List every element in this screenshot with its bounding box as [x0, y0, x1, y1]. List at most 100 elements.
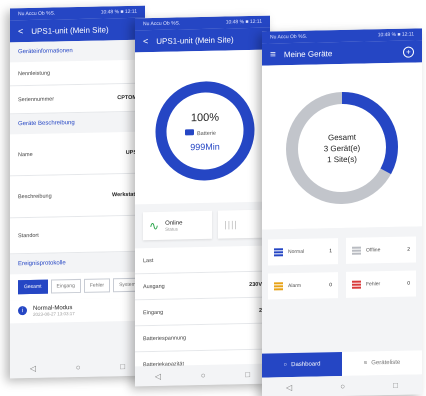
info-icon: i: [18, 306, 27, 316]
back-arrow-icon[interactable]: <: [143, 36, 148, 46]
online-sub: Status: [165, 226, 178, 232]
info-row-rated-power: Nennleistung: [10, 59, 145, 87]
tab-fault[interactable]: Fehler: [83, 278, 111, 293]
nav-back-icon[interactable]: ◁: [286, 383, 292, 392]
tab-device-list-label: Geräteliste: [371, 359, 401, 367]
back-arrow-icon[interactable]: <: [18, 26, 23, 36]
bottom-tab-bar: ○ Dashboard ≡ Geräteliste: [262, 350, 422, 378]
stat-alarm[interactable]: Alarm 0: [268, 272, 338, 300]
status-left: Nu Accu Ob %S.: [143, 20, 181, 28]
sine-wave-icon: ∿: [149, 218, 160, 234]
battery-gauge: 100% Batterie 999Min: [155, 81, 255, 181]
tab-dashboard[interactable]: ○ Dashboard: [262, 352, 342, 378]
online-label: Online: [165, 219, 183, 227]
stat-normal[interactable]: Normal 1: [268, 238, 338, 266]
system-nav-bar: ◁ ○ □: [262, 374, 422, 396]
desc-row-location[interactable]: Standort: [10, 215, 145, 255]
device-info-screen: Nu Accu Ob %S. 10:48 % ■ 12:11 < UPS1-un…: [10, 5, 145, 379]
row-label: Batteriespannung: [143, 334, 187, 342]
section-title-description: Geräte Beschreibung: [10, 111, 145, 135]
row-label: Last: [143, 257, 154, 264]
device-stats-grid: Normal 1 Offline 2 Alarm 0 Fehler 0: [262, 226, 422, 310]
event-item[interactable]: i Normal-Modus 2023-08-27 13:03:17: [10, 297, 145, 324]
donut-line3: 1 Site(s): [327, 155, 357, 165]
dashboard-icon: ○: [283, 362, 288, 369]
page-title: UPS1-unit (Mein Site): [156, 34, 234, 46]
system-nav-bar: ◁ ○ □: [10, 355, 145, 379]
status-left: Nu Accu Ob %S.: [18, 10, 56, 18]
nav-recent-icon[interactable]: □: [120, 362, 125, 371]
stat-label: Offline: [366, 247, 381, 254]
stat-value: 1: [329, 248, 332, 255]
add-device-icon[interactable]: +: [403, 45, 414, 58]
nav-recent-icon[interactable]: □: [393, 380, 398, 389]
devices-donut: Gesamt 3 Gerät(e) 1 Site(s): [286, 91, 398, 205]
status-right: 10:48 % ■ 12:11: [225, 18, 262, 26]
row-label: Eingang: [143, 309, 164, 316]
bars-icon: ||||: [224, 219, 238, 230]
status-right: 10:48 % ■ 12:11: [377, 31, 414, 39]
nav-home-icon[interactable]: ○: [76, 362, 81, 371]
stat-label: Normal: [288, 248, 305, 256]
row-value: Werkstatt: [112, 191, 137, 198]
status-left: Nu Accu Ob %S.: [270, 33, 308, 41]
section-title-info: Geräteinformationen: [10, 39, 145, 63]
section-title-events: Ereignisprotokolle: [10, 251, 145, 275]
donut-line2: 3 Gerät(e): [324, 144, 361, 154]
nav-back-icon[interactable]: ◁: [30, 363, 36, 372]
gauge-percent: 100%: [191, 112, 219, 125]
page-title: UPS1-unit (Mein Site): [31, 24, 109, 36]
status-tiles: ∿ Online Status ||||: [135, 201, 270, 249]
stat-value: 0: [329, 282, 332, 289]
stat-value: 2: [407, 246, 410, 253]
metric-row-input: Eingang 2: [135, 297, 270, 327]
status-right: 10:48 % ■ 12:11: [100, 8, 137, 16]
devices-donut-card: Gesamt 3 Gerät(e) 1 Site(s): [262, 62, 422, 230]
list-icon: [274, 248, 283, 257]
stat-label: Alarm: [288, 282, 302, 290]
app-bar: < UPS1-unit (Mein Site): [10, 17, 145, 43]
nav-home-icon[interactable]: ○: [201, 370, 206, 379]
app-bar: < UPS1-unit (Mein Site): [135, 27, 270, 53]
nav-back-icon[interactable]: ◁: [155, 371, 161, 380]
info-row-serial: Seriennummer CPTOM: [10, 83, 145, 115]
tab-input[interactable]: Eingang: [50, 278, 81, 294]
row-label: Name: [18, 151, 33, 158]
row-label: Ausgang: [143, 283, 165, 290]
stat-offline[interactable]: Offline 2: [346, 236, 416, 264]
battery-gauge-card: 100% Batterie 999Min: [135, 49, 270, 205]
row-label: Nennleistung: [18, 70, 51, 77]
list-icon: [352, 280, 361, 289]
secondary-status-tile[interactable]: ||||: [218, 209, 262, 239]
row-label: Beschreibung: [18, 193, 52, 200]
row-value: 230V: [249, 281, 262, 288]
tab-all[interactable]: Gesamt: [18, 279, 48, 295]
metric-row-output: Ausgang 230V: [135, 271, 270, 301]
tab-dashboard-label: Dashboard: [291, 361, 321, 369]
stat-label: Fehler: [366, 281, 381, 288]
list-icon: ≡: [363, 360, 368, 367]
gauge-label: Batterie: [197, 131, 216, 137]
event-tabs: Gesamt Eingang Fehler System: [10, 271, 145, 301]
nav-home-icon[interactable]: ○: [340, 381, 345, 390]
stat-value: 0: [407, 280, 410, 287]
desc-row-name[interactable]: Name UPS: [10, 131, 145, 177]
online-status-tile[interactable]: ∿ Online Status: [143, 210, 213, 241]
row-label: Standort: [18, 232, 39, 239]
system-nav-bar: ◁ ○ □: [135, 363, 270, 387]
desc-row-description[interactable]: Beschreibung Werkstatt: [10, 173, 145, 219]
gauge-runtime: 999Min: [190, 142, 220, 153]
nav-recent-icon[interactable]: □: [245, 370, 250, 379]
battery-icon: [185, 129, 194, 136]
hamburger-menu-icon[interactable]: ≡: [270, 49, 276, 60]
metric-row-battery-voltage: Batteriespannung: [135, 323, 270, 353]
my-devices-screen: Nu Accu Ob %S. 10:48 % ■ 12:11 ≡ Meine G…: [262, 28, 422, 396]
donut-line1: Gesamt: [328, 133, 357, 143]
metric-row-load: Last: [135, 245, 270, 275]
tab-device-list[interactable]: ≡ Geräteliste: [342, 350, 422, 376]
row-label: Seriennummer: [18, 95, 55, 103]
list-icon: [352, 246, 361, 255]
page-title: Meine Geräte: [283, 48, 333, 59]
stat-fault[interactable]: Fehler 0: [346, 270, 416, 298]
ups-status-screen: Nu Accu Ob %S. 10:48 % ■ 12:11 < UPS1-un…: [135, 15, 270, 387]
